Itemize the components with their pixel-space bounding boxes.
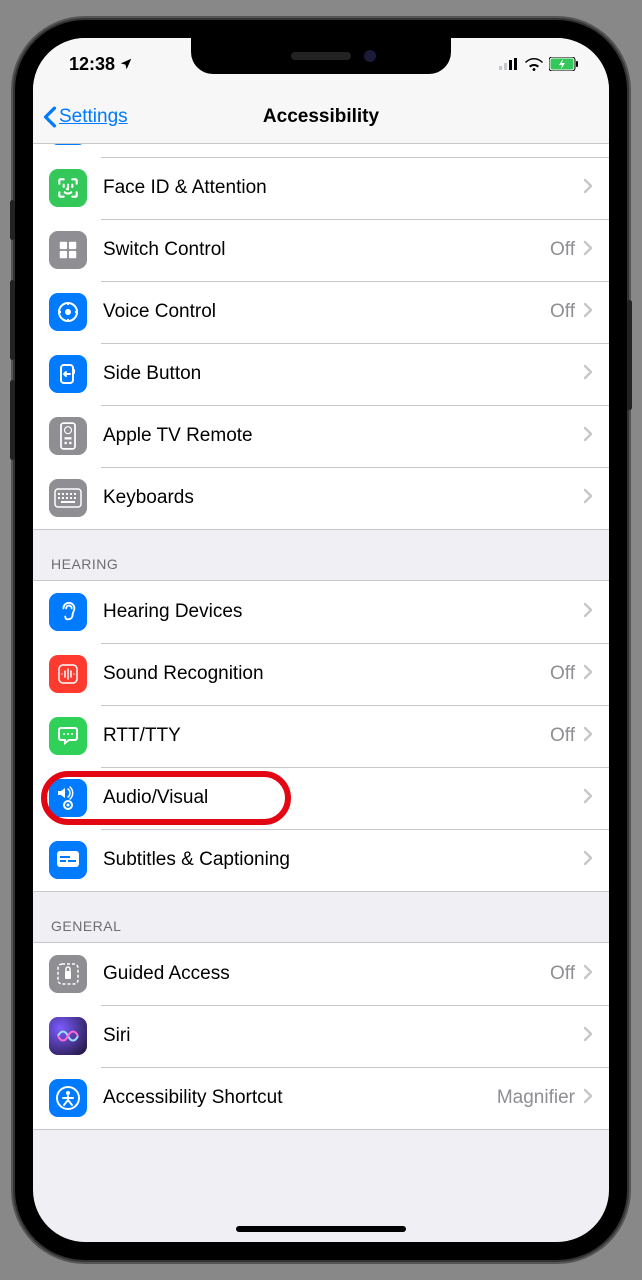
settings-row-sound-recognition[interactable]: Sound RecognitionOff bbox=[33, 643, 609, 705]
shortcut-icon bbox=[49, 1079, 87, 1117]
settings-row-guided-access[interactable]: Guided AccessOff bbox=[33, 943, 609, 1005]
row-label: RTT/TTY bbox=[103, 725, 550, 747]
side-icon bbox=[49, 355, 87, 393]
row-label: Side Button bbox=[103, 363, 583, 385]
touch-icon bbox=[49, 144, 87, 145]
chevron-right-icon bbox=[583, 426, 609, 447]
cellular-icon bbox=[499, 58, 519, 70]
chevron-right-icon bbox=[583, 1088, 609, 1109]
status-time: 12:38 bbox=[69, 54, 115, 75]
chevron-right-icon bbox=[583, 178, 609, 199]
ear-icon bbox=[49, 593, 87, 631]
row-value: Off bbox=[550, 301, 575, 323]
home-indicator[interactable] bbox=[236, 1226, 406, 1232]
row-value: Off bbox=[550, 663, 575, 685]
settings-row-keyboards[interactable]: Keyboards bbox=[33, 467, 609, 529]
sound-icon bbox=[49, 655, 87, 693]
settings-row-siri[interactable]: Siri bbox=[33, 1005, 609, 1067]
tv-icon bbox=[49, 417, 87, 455]
chevron-right-icon bbox=[583, 302, 609, 323]
subtitles-icon bbox=[49, 841, 87, 879]
chevron-right-icon bbox=[583, 664, 609, 685]
settings-row-apple-tv-remote[interactable]: Apple TV Remote bbox=[33, 405, 609, 467]
settings-row-switch-control[interactable]: Switch ControlOff bbox=[33, 219, 609, 281]
chevron-right-icon bbox=[583, 1026, 609, 1047]
faceid-icon bbox=[49, 169, 87, 207]
audiovisual-icon bbox=[49, 779, 87, 817]
chevron-right-icon bbox=[583, 488, 609, 509]
location-icon bbox=[119, 57, 133, 71]
settings-row-face-id-attention[interactable]: Face ID & Attention bbox=[33, 157, 609, 219]
row-value: Off bbox=[550, 963, 575, 985]
settings-row-rtt-tty[interactable]: RTT/TTYOff bbox=[33, 705, 609, 767]
settings-row-accessibility-shortcut[interactable]: Accessibility ShortcutMagnifier bbox=[33, 1067, 609, 1129]
voice-icon bbox=[49, 293, 87, 331]
chevron-right-icon bbox=[583, 788, 609, 809]
keyboard-icon bbox=[49, 479, 87, 517]
row-label: Face ID & Attention bbox=[103, 177, 583, 199]
row-label: Accessibility Shortcut bbox=[103, 1087, 497, 1109]
row-label: Siri bbox=[103, 1025, 583, 1047]
settings-row-touch[interactable]: Touch bbox=[33, 144, 609, 157]
settings-row-voice-control[interactable]: Voice ControlOff bbox=[33, 281, 609, 343]
battery-charging-icon bbox=[549, 57, 579, 71]
row-label: Hearing Devices bbox=[103, 601, 583, 623]
back-button[interactable]: Settings bbox=[33, 106, 128, 128]
row-label: Switch Control bbox=[103, 239, 550, 261]
settings-row-subtitles-captioning[interactable]: Subtitles & Captioning bbox=[33, 829, 609, 891]
guided-icon bbox=[49, 955, 87, 993]
chevron-right-icon bbox=[583, 850, 609, 871]
switch-icon bbox=[49, 231, 87, 269]
row-value: Magnifier bbox=[497, 1087, 575, 1109]
row-value: Off bbox=[550, 239, 575, 261]
chevron-right-icon bbox=[583, 726, 609, 747]
section-header: GENERAL bbox=[33, 892, 609, 942]
chevron-right-icon bbox=[583, 602, 609, 623]
row-label: Sound Recognition bbox=[103, 663, 550, 685]
settings-row-hearing-devices[interactable]: Hearing Devices bbox=[33, 581, 609, 643]
row-label: Guided Access bbox=[103, 963, 550, 985]
row-label: Voice Control bbox=[103, 301, 550, 323]
chevron-right-icon bbox=[583, 240, 609, 261]
back-label: Settings bbox=[59, 106, 128, 128]
row-value: Off bbox=[550, 725, 575, 747]
chevron-right-icon bbox=[583, 364, 609, 385]
row-label: Audio/Visual bbox=[103, 787, 583, 809]
siri-icon bbox=[49, 1017, 87, 1055]
wifi-icon bbox=[525, 58, 543, 71]
row-label: Apple TV Remote bbox=[103, 425, 583, 447]
navigation-bar: Settings Accessibility bbox=[33, 90, 609, 144]
chevron-right-icon bbox=[583, 964, 609, 985]
section-header: HEARING bbox=[33, 530, 609, 580]
settings-row-audio-visual[interactable]: Audio/Visual bbox=[33, 767, 609, 829]
rtt-icon bbox=[49, 717, 87, 755]
settings-list[interactable]: TouchFace ID & AttentionSwitch ControlOf… bbox=[33, 144, 609, 1242]
row-label: Subtitles & Captioning bbox=[103, 849, 583, 871]
row-label: Keyboards bbox=[103, 487, 583, 509]
settings-row-side-button[interactable]: Side Button bbox=[33, 343, 609, 405]
